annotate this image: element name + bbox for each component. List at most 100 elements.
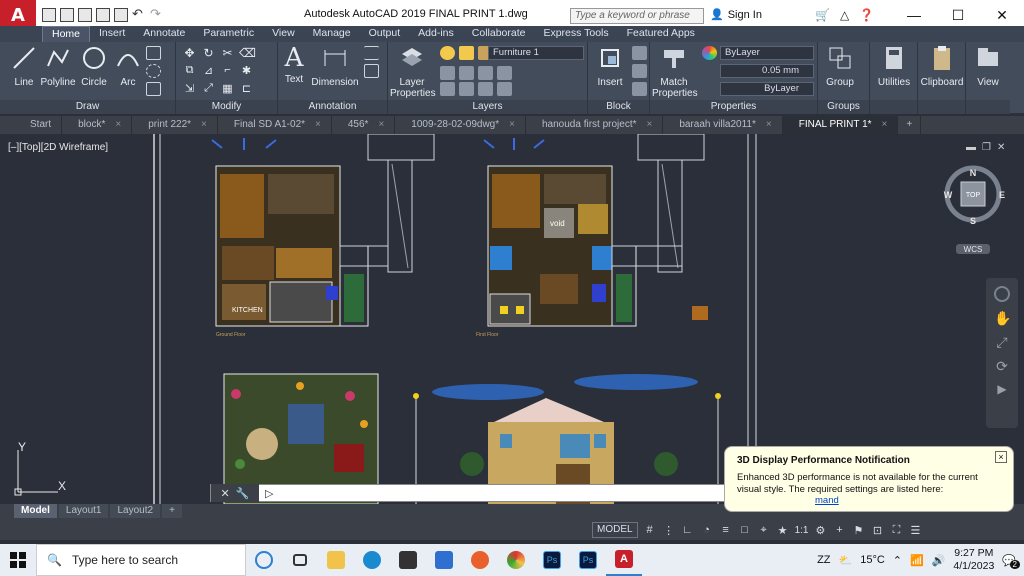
tab-model[interactable]: Model bbox=[14, 504, 57, 518]
layer-freeze-icon[interactable] bbox=[459, 46, 474, 60]
layer-tool-1-icon[interactable] bbox=[440, 66, 455, 80]
close-tab-icon[interactable]: × bbox=[378, 119, 384, 130]
start-button[interactable] bbox=[0, 544, 36, 576]
tab-layout2[interactable]: Layout2 bbox=[110, 504, 161, 518]
properties-panel-title[interactable]: Properties bbox=[650, 100, 817, 114]
temperature[interactable]: 15°C bbox=[860, 554, 885, 566]
modify-panel-title[interactable]: Modify bbox=[176, 100, 277, 114]
grid-icon[interactable]: # bbox=[643, 523, 657, 537]
mail-icon[interactable] bbox=[426, 544, 462, 576]
polar-icon[interactable]: ◔ bbox=[700, 523, 714, 537]
tab-insert[interactable]: Insert bbox=[90, 26, 134, 42]
close-command-line-icon[interactable]: ✕ bbox=[221, 487, 230, 500]
doc-tab-print-222[interactable]: print 222* × bbox=[132, 116, 218, 134]
workspace-gear-icon[interactable]: ⚙ bbox=[813, 523, 827, 537]
tab-view[interactable]: View bbox=[263, 26, 304, 42]
viewcube[interactable]: N S W E TOP WCS bbox=[940, 164, 1010, 254]
view-tool[interactable]: View bbox=[966, 44, 1010, 88]
doc-tab-1009[interactable]: 1009-28-02-09dwg* × bbox=[395, 116, 526, 134]
plot-icon[interactable] bbox=[114, 8, 128, 22]
viewport-minimize-icon[interactable]: ▬ bbox=[966, 142, 976, 153]
firefox-icon[interactable] bbox=[462, 544, 498, 576]
annotation-panel-title[interactable]: Annotation bbox=[278, 100, 387, 114]
layer-tool-5-icon[interactable] bbox=[440, 82, 455, 96]
redo-icon[interactable]: ↷ bbox=[150, 7, 164, 22]
current-layer-dropdown[interactable]: Furniture 1 bbox=[488, 46, 584, 60]
photoshop-2-icon[interactable]: Ps bbox=[570, 544, 606, 576]
annotation-visibility-icon[interactable]: ★ bbox=[776, 523, 790, 537]
show-hidden-icons-icon[interactable]: ⌃ bbox=[893, 554, 902, 567]
color-dropdown[interactable]: ByLayer bbox=[720, 46, 814, 60]
layer-tool-2-icon[interactable] bbox=[459, 66, 474, 80]
doc-tab-block[interactable]: block* × bbox=[62, 116, 133, 134]
notification-link[interactable]: mand bbox=[815, 495, 839, 506]
new-file-icon[interactable] bbox=[42, 8, 56, 22]
model-space-button[interactable]: MODEL bbox=[592, 522, 638, 538]
scale-icon[interactable]: ⤢ bbox=[201, 82, 216, 96]
rotate-icon[interactable]: ↻ bbox=[201, 46, 216, 60]
taskbar-search[interactable]: 🔍 Type here to search bbox=[36, 544, 246, 576]
tab-manage[interactable]: Manage bbox=[304, 26, 360, 42]
bing-icon[interactable] bbox=[246, 544, 282, 576]
doc-tab-final-sd[interactable]: Final SD A1-02* × bbox=[218, 116, 332, 134]
tab-layout1[interactable]: Layout1 bbox=[58, 504, 109, 518]
scale-dropdown[interactable]: 1:1 bbox=[795, 525, 809, 536]
close-tab-icon[interactable]: × bbox=[766, 119, 772, 130]
chrome-icon[interactable] bbox=[498, 544, 534, 576]
notification-center-icon[interactable]: 💬 2 bbox=[1002, 554, 1020, 569]
weather-icon[interactable]: ⛅ bbox=[839, 554, 853, 567]
edge-icon[interactable] bbox=[354, 544, 390, 576]
orbit-icon[interactable]: ⟳ bbox=[994, 358, 1010, 374]
tab-output[interactable]: Output bbox=[360, 26, 410, 42]
help-icon[interactable]: ❓ bbox=[859, 8, 874, 22]
offset-icon[interactable]: ⊏ bbox=[239, 82, 254, 96]
customize-icon[interactable]: 🔧 bbox=[236, 487, 250, 500]
rectangle-icon[interactable] bbox=[146, 46, 161, 60]
block-attribute-icon[interactable] bbox=[632, 82, 647, 96]
doc-tab-baraah[interactable]: baraah villa2011* × bbox=[663, 116, 783, 134]
object-snap-icon[interactable]: □ bbox=[738, 523, 752, 537]
tab-collaborate[interactable]: Collaborate bbox=[463, 26, 535, 42]
move-icon[interactable]: ✥ bbox=[182, 46, 197, 60]
match-properties-tool[interactable]: Match Properties bbox=[652, 44, 698, 99]
tab-parametric[interactable]: Parametric bbox=[194, 26, 263, 42]
layer-on-icon[interactable] bbox=[440, 46, 455, 60]
viewport-restore-icon[interactable]: ❐ bbox=[982, 142, 991, 153]
task-view-icon[interactable] bbox=[282, 544, 318, 576]
trim-icon[interactable]: ✂ bbox=[220, 46, 235, 60]
close-notification-icon[interactable]: × bbox=[995, 451, 1007, 463]
customization-menu-icon[interactable]: ☰ bbox=[908, 523, 922, 537]
layer-tool-4-icon[interactable] bbox=[497, 66, 512, 80]
edit-block-icon[interactable] bbox=[632, 64, 647, 78]
group-tool[interactable]: Group bbox=[818, 44, 862, 88]
doc-tab-hanouda[interactable]: hanouda first project* × bbox=[526, 116, 664, 134]
viewport-close-icon[interactable]: ✕ bbox=[997, 142, 1005, 153]
lineweight-dropdown[interactable]: 0.05 mm bbox=[720, 64, 814, 78]
copy-icon[interactable]: ⧉ bbox=[182, 64, 197, 78]
layer-properties-tool[interactable]: Layer Properties bbox=[390, 44, 436, 99]
sign-in-button[interactable]: 👤 Sign In bbox=[710, 8, 762, 22]
new-tab-button[interactable]: + bbox=[898, 116, 922, 134]
arc-tool[interactable]: Arc bbox=[106, 44, 150, 88]
zz-tray-label[interactable]: ZZ bbox=[817, 554, 830, 566]
store-icon[interactable] bbox=[390, 544, 426, 576]
snap-icon[interactable]: ⋮ bbox=[662, 523, 676, 537]
ortho-icon[interactable]: ∟ bbox=[681, 523, 695, 537]
close-tab-icon[interactable]: × bbox=[115, 119, 121, 130]
layer-tool-8-icon[interactable] bbox=[497, 82, 512, 96]
zoom-extents-icon[interactable]: ⤢ bbox=[994, 334, 1010, 350]
text-tool[interactable]: A Text bbox=[278, 44, 310, 85]
utilities-panel-title[interactable] bbox=[870, 100, 917, 114]
file-explorer-icon[interactable] bbox=[318, 544, 354, 576]
save-as-icon[interactable] bbox=[96, 8, 110, 22]
close-tab-icon[interactable]: × bbox=[509, 119, 515, 130]
steering-wheel-icon[interactable] bbox=[994, 286, 1010, 302]
layer-tool-3-icon[interactable] bbox=[478, 66, 493, 80]
cart-icon[interactable]: 🛒 bbox=[815, 8, 830, 22]
doc-tab-start[interactable]: Start bbox=[14, 116, 63, 134]
explode-icon[interactable]: ✱ bbox=[239, 64, 254, 78]
performance-icon[interactable]: ⚑ bbox=[851, 523, 865, 537]
search-input[interactable]: Type a keyword or phrase bbox=[570, 8, 704, 24]
close-tab-icon[interactable]: × bbox=[647, 119, 653, 130]
autodesk-a360-icon[interactable]: △ bbox=[840, 8, 849, 22]
